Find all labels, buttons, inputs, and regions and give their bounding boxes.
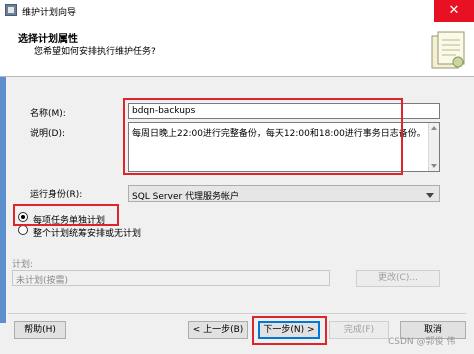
finish-button[interactable]: 完成(F) <box>329 321 389 339</box>
page-subtitle: 您希望如何安排执行维护任务? <box>34 47 156 57</box>
schedule-display: 未计划(按需) <box>12 270 330 286</box>
name-value: bdqn-backups <box>132 106 196 116</box>
scroll-up-icon[interactable] <box>431 126 437 130</box>
description-input[interactable]: 每周日晚上22:00进行完整备份，每天12:00和18:00进行事务日志备份。 <box>128 122 440 172</box>
next-button[interactable]: 下一步(N) > <box>258 321 320 339</box>
page-title: 选择计划属性 <box>18 34 78 45</box>
schedule-value: 未计划(按需) <box>16 276 69 286</box>
radio-separate-label[interactable]: 每项任务单独计划 <box>33 213 105 226</box>
name-input[interactable]: bdqn-backups <box>128 103 440 119</box>
radio-single-label[interactable]: 整个计划统筹安排或无计划 <box>33 226 141 239</box>
close-button[interactable]: ✕ <box>434 0 474 22</box>
scroll-down-icon[interactable] <box>431 164 437 168</box>
schedule-label: 计划: <box>12 260 34 270</box>
watermark-text: CSDN @郭俊 伟 <box>388 337 456 347</box>
change-schedule-button[interactable]: 更改(C)... <box>356 270 440 287</box>
wizard-header: 选择计划属性 您希望如何安排执行维护任务? <box>0 22 474 77</box>
sidebar-accent <box>0 77 6 323</box>
run-as-select[interactable]: SQL Server 代理服务帐户 <box>128 185 440 202</box>
title-bar: 维护计划向导 ✕ <box>0 0 474 23</box>
description-scrollbar[interactable] <box>428 123 439 171</box>
chevron-down-icon <box>426 193 434 198</box>
description-label: 说明(D): <box>30 129 65 139</box>
radio-single-schedule[interactable] <box>18 225 28 235</box>
run-as-label: 运行身份(R): <box>30 190 83 200</box>
help-button[interactable]: 帮助(H) <box>14 321 66 339</box>
description-value: 每周日晚上22:00进行完整备份，每天12:00和18:00进行事务日志备份。 <box>132 129 426 139</box>
footer-divider <box>8 313 466 314</box>
wizard-illustration-icon <box>431 31 465 69</box>
back-button[interactable]: < 上一步(B) <box>188 321 248 339</box>
app-icon <box>5 4 17 16</box>
run-as-value: SQL Server 代理服务帐户 <box>132 192 240 202</box>
radio-separate-schedule[interactable] <box>18 212 28 222</box>
name-label: 名称(M): <box>30 109 66 119</box>
window-title: 维护计划向导 <box>22 8 77 18</box>
